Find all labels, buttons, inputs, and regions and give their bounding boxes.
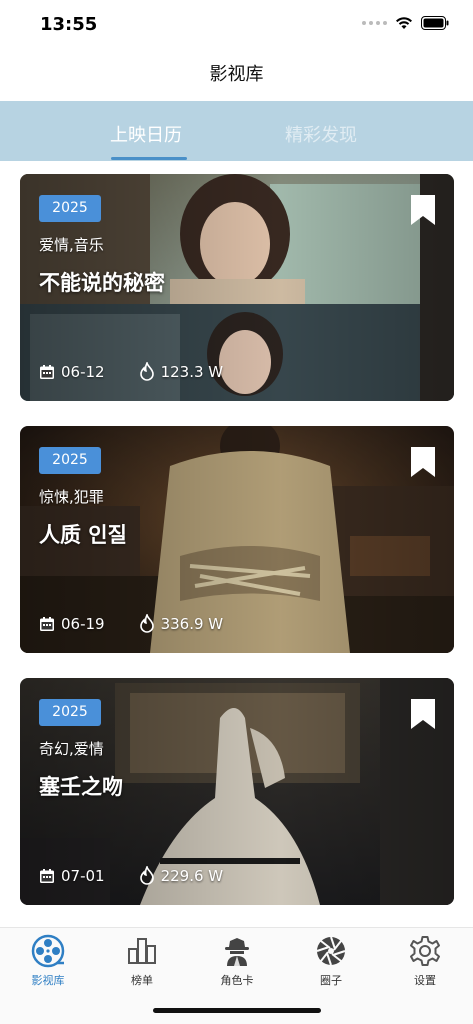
- status-bar: 13:55: [0, 0, 473, 50]
- movie-card[interactable]: 2025 惊悚,犯罪 人质 인질 06-19 336.9 W: [20, 426, 454, 653]
- bookmark-icon[interactable]: [410, 194, 436, 230]
- nav-label: 影视库: [31, 974, 65, 987]
- popularity: 123.3 W: [139, 362, 224, 381]
- year-badge: 2025: [39, 447, 101, 474]
- nav-item-rankings[interactable]: 榜单: [102, 934, 182, 988]
- movie-title: 人质 인질: [39, 523, 127, 547]
- nav-item-character-card[interactable]: 角色卡: [197, 934, 277, 988]
- fire-icon: [139, 866, 155, 885]
- movie-meta: 07-01 229.6 W: [39, 866, 223, 885]
- nav-label: 设置: [414, 974, 436, 987]
- status-indicators: [362, 16, 449, 30]
- calendar-icon: [39, 868, 55, 884]
- status-time: 13:55: [40, 14, 98, 35]
- release-date: 06-19: [61, 614, 105, 633]
- gear-icon: [385, 934, 465, 968]
- popularity: 336.9 W: [139, 614, 224, 633]
- movie-genre: 爱情,音乐: [39, 236, 104, 254]
- popularity-count: 123.3 W: [160, 362, 224, 381]
- aperture-icon: [291, 934, 371, 968]
- nav-item-library[interactable]: 影视库: [8, 934, 88, 988]
- fire-icon: [139, 614, 155, 633]
- page-title: 影视库: [209, 64, 264, 85]
- bookmark-icon[interactable]: [410, 446, 436, 482]
- tab-release-calendar[interactable]: 上映日历: [110, 121, 182, 147]
- battery-icon: [421, 16, 449, 30]
- active-tab-indicator: [111, 157, 187, 160]
- tab-discover[interactable]: 精彩发现: [285, 121, 357, 147]
- movie-genre: 惊悚,犯罪: [39, 488, 104, 506]
- signal-icon: [362, 21, 387, 25]
- release-date: 07-01: [61, 866, 105, 885]
- home-indicator: [153, 1008, 321, 1013]
- nav-item-settings[interactable]: 设置: [385, 934, 465, 988]
- movie-meta: 06-19 336.9 W: [39, 614, 223, 633]
- year-badge: 2025: [39, 699, 101, 726]
- nav-label: 圈子: [320, 974, 342, 987]
- year-badge: 2025: [39, 195, 101, 222]
- film-reel-icon: [8, 934, 88, 968]
- nav-item-circle[interactable]: 圈子: [291, 934, 371, 988]
- nav-label: 榜单: [131, 974, 153, 987]
- movie-list: 2025 爱情,音乐 不能说的秘密 06-12 123.3 W 2025 惊悚,…: [20, 174, 454, 930]
- tab-bar: 上映日历 精彩发现: [0, 101, 473, 161]
- calendar-icon: [39, 364, 55, 380]
- popularity-count: 229.6 W: [160, 866, 224, 885]
- movie-title: 不能说的秘密: [39, 271, 165, 295]
- movie-genre: 奇幻,爱情: [39, 740, 104, 758]
- detective-icon: [197, 934, 277, 968]
- release-date: 06-12: [61, 362, 105, 381]
- movie-meta: 06-12 123.3 W: [39, 362, 223, 381]
- bookmark-icon[interactable]: [410, 698, 436, 734]
- movie-title: 塞壬之吻: [39, 775, 123, 799]
- nav-label: 角色卡: [220, 974, 254, 987]
- movie-card[interactable]: 2025 爱情,音乐 不能说的秘密 06-12 123.3 W: [20, 174, 454, 401]
- fire-icon: [139, 362, 155, 381]
- popularity: 229.6 W: [139, 866, 224, 885]
- wifi-icon: [395, 16, 413, 30]
- movie-card[interactable]: 2025 奇幻,爱情 塞壬之吻 07-01 229.6 W: [20, 678, 454, 905]
- chart-icon: [102, 934, 182, 968]
- calendar-icon: [39, 616, 55, 632]
- popularity-count: 336.9 W: [160, 614, 224, 633]
